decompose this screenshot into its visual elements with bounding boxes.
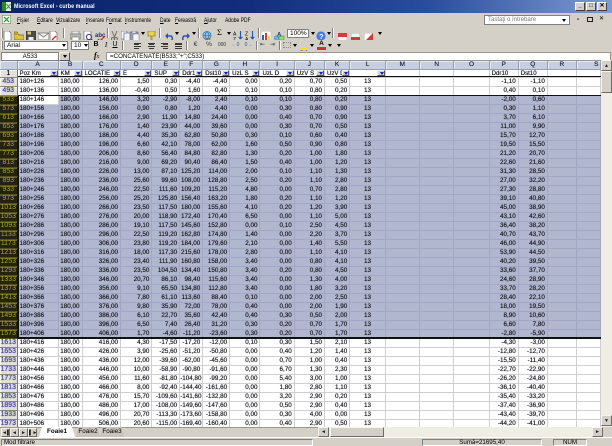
svg-text:A: A [277,33,282,39]
